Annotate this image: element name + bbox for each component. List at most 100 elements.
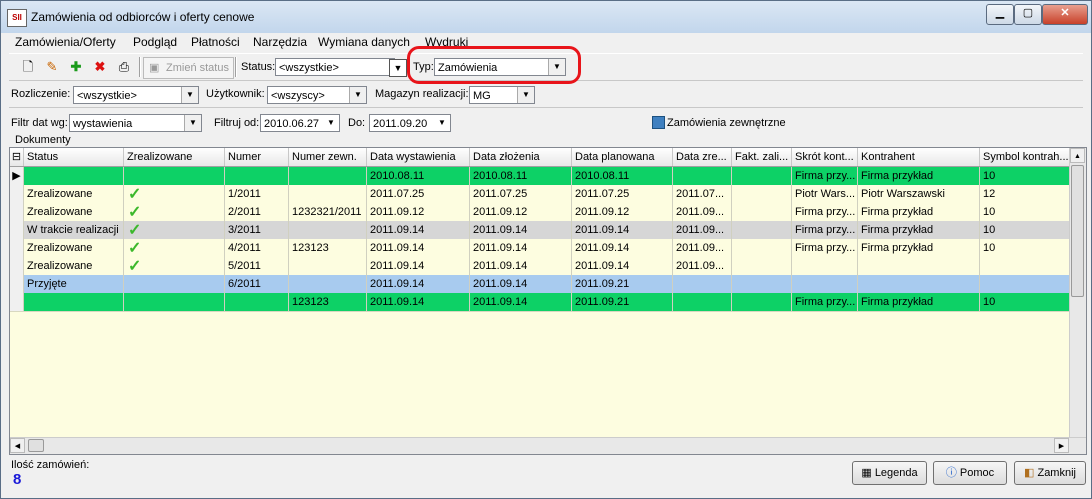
window-title: Zamówienia od odbiorców i oferty cenowe [31, 10, 255, 24]
rozliczenie-value: <wszystkie> [77, 90, 137, 102]
menu-podglad[interactable]: Podgląd [133, 35, 177, 49]
table-cell [24, 167, 124, 185]
table-row[interactable]: 123123 2011.09.14 2011.09.14 2011.09.21 Firm… [10, 293, 1070, 312]
col-numer[interactable]: Numer [225, 148, 289, 166]
table-row[interactable]: Przyjęte 6/2011 2011.09.14 2011.09.14 2011.0… [10, 275, 1070, 294]
col-symbol-kontrahenta[interactable]: Symbol kontrah... [980, 148, 1070, 166]
col-skrot-kontrahenta[interactable]: Skrót kont... [792, 148, 858, 166]
table-cell: Firma przy... [792, 293, 858, 311]
table-cell: 10 [980, 167, 1070, 185]
horizontal-scrollbar[interactable]: ◀ ▶ [10, 437, 1086, 454]
add-icon[interactable]: ✚ [67, 58, 85, 76]
uzytkownik-select[interactable]: <wszyscy> ▼ [267, 86, 367, 104]
table-row[interactable]: Zrealizowane ✓ 5/2011 2011.09.14 2011.09.14 2… [10, 257, 1070, 276]
filtr-dat-select[interactable]: wystawienia ▼ [69, 114, 202, 132]
table-cell: Firma przy... [792, 221, 858, 239]
menu-narzedzia[interactable]: Narzędzia [253, 35, 307, 49]
check-icon: ✓ [128, 258, 142, 275]
date-to-value: 2011.09.20 [373, 118, 428, 130]
close-window-button[interactable]: ◧ Zamknij [1014, 461, 1086, 485]
status-picker-icon[interactable]: ▼ [389, 59, 407, 77]
table-cell: 2011.09.14 [470, 239, 572, 257]
table-cell [124, 275, 225, 293]
col-data-zlozenia[interactable]: Data złożenia [470, 148, 572, 166]
door-icon: ◧ [1024, 467, 1038, 479]
date-to-select[interactable]: 2011.09.20 ▼ [369, 114, 451, 132]
scroll-right-icon[interactable]: ▶ [1054, 438, 1069, 453]
table-row[interactable]: Zrealizowane ✓ 1/2011 2011.07.25 2011.07.25 2… [10, 185, 1070, 204]
table-cell: 2011.07... [673, 185, 732, 203]
table-cell: 10 [980, 293, 1070, 311]
magazyn-select[interactable]: MG ▼ [469, 86, 535, 104]
change-status-label: Zmień status [166, 62, 229, 74]
table-cell: 2011.09... [673, 221, 732, 239]
print-icon[interactable]: ⎙ [115, 58, 133, 76]
menu-wymiana-danych[interactable]: Wymiana danych [318, 35, 410, 49]
table-cell: Piotr Warszawski [858, 185, 980, 203]
scroll-left-icon[interactable]: ◀ [10, 438, 25, 453]
chevron-down-icon: ▼ [184, 115, 201, 131]
table-cell: 1232321/2011 [289, 203, 367, 221]
horizontal-scroll-thumb[interactable] [28, 439, 44, 452]
menu-zamowienia[interactable]: Zamówienia/Oferty [15, 35, 116, 49]
minimize-button[interactable]: ▁ [986, 4, 1014, 25]
row-indicator [10, 239, 24, 257]
rozliczenie-select[interactable]: <wszystkie> ▼ [73, 86, 199, 104]
table-row[interactable]: Zrealizowane ✓ 2/2011 1232321/2011 2011.09.1… [10, 203, 1070, 222]
chevron-down-icon: ▼ [517, 87, 534, 103]
table-row[interactable]: W trakcie realizacji ✓ 3/2011 2011.09.14 201… [10, 221, 1070, 240]
table-cell [289, 167, 367, 185]
check-icon: ✓ [128, 186, 142, 203]
table-cell [980, 257, 1070, 275]
date-from-select[interactable]: 2010.06.27 ▼ [260, 114, 340, 132]
table-cell [732, 275, 792, 293]
table-cell: 6/2011 [225, 275, 289, 293]
table-header: ⊟ Status Zrealizowane Numer Numer zewn. … [10, 148, 1070, 167]
col-data-zrealizowania[interactable]: Data zre... [673, 148, 732, 166]
table-cell: 2011.09... [673, 203, 732, 221]
vertical-scroll-thumb[interactable] [1071, 165, 1084, 297]
current-row-indicator-icon: ▶ [10, 167, 24, 185]
close-button[interactable]: ✕ [1042, 4, 1088, 25]
chevron-down-icon: ▼ [181, 87, 198, 103]
scroll-up-icon[interactable]: ▲ [1070, 148, 1085, 163]
change-status-icon: ▣ [149, 62, 160, 74]
col-numer-zewn[interactable]: Numer zewn. [289, 148, 367, 166]
table-cell: 2011.09.21 [572, 293, 673, 311]
row-indicator [10, 293, 24, 311]
menu-platnosci[interactable]: Płatności [191, 35, 240, 49]
status-select[interactable]: <wszystkie> [275, 58, 395, 76]
table-cell: 2011.09.14 [470, 221, 572, 239]
table-row[interactable]: Zrealizowane ✓ 4/2011 123123 2011.09.14 2011.… [10, 239, 1070, 258]
table-cell: 4/2011 [225, 239, 289, 257]
table-cell: 10 [980, 203, 1070, 221]
table-cell [225, 167, 289, 185]
external-orders-checkbox[interactable] [652, 116, 665, 129]
col-status[interactable]: Status [24, 148, 124, 166]
change-status-button[interactable]: ▣ Zmień status [143, 57, 234, 79]
legend-icon: ▦ [861, 467, 875, 479]
col-faktura-zaliczkowa[interactable]: Fakt. zali... [732, 148, 792, 166]
new-document-icon[interactable]: 🗋 [19, 58, 37, 76]
col-zrealizowane[interactable]: Zrealizowane [124, 148, 225, 166]
help-button[interactable]: ⓘ Pomoc [933, 461, 1007, 485]
legend-button[interactable]: ▦ Legenda [852, 461, 927, 485]
maximize-button[interactable]: ▢ [1014, 4, 1042, 25]
order-count-value: 8 [13, 471, 22, 488]
col-kontrahent[interactable]: Kontrahent [858, 148, 980, 166]
row-indicator [10, 185, 24, 203]
column-selector-icon[interactable]: ⊟ [10, 148, 24, 166]
table-cell: 2011.09.14 [367, 275, 470, 293]
col-data-planowana[interactable]: Data planowana [572, 148, 673, 166]
vertical-scrollbar[interactable]: ▲ [1069, 148, 1086, 438]
date-from-value: 2010.06.27 [264, 118, 320, 130]
edit-icon[interactable]: ✎ [43, 58, 61, 76]
table-row[interactable]: ▶ 2010.08.11 2010.08.11 2010.08.11 Firma prz… [10, 167, 1070, 186]
table-cell [732, 221, 792, 239]
col-data-wystawienia[interactable]: Data wystawienia [367, 148, 470, 166]
delete-icon[interactable]: ✖ [91, 58, 109, 76]
table-cell [858, 275, 980, 293]
help-icon: ⓘ [945, 467, 960, 479]
table-cell [289, 221, 367, 239]
chevron-down-icon: ▼ [323, 115, 339, 131]
